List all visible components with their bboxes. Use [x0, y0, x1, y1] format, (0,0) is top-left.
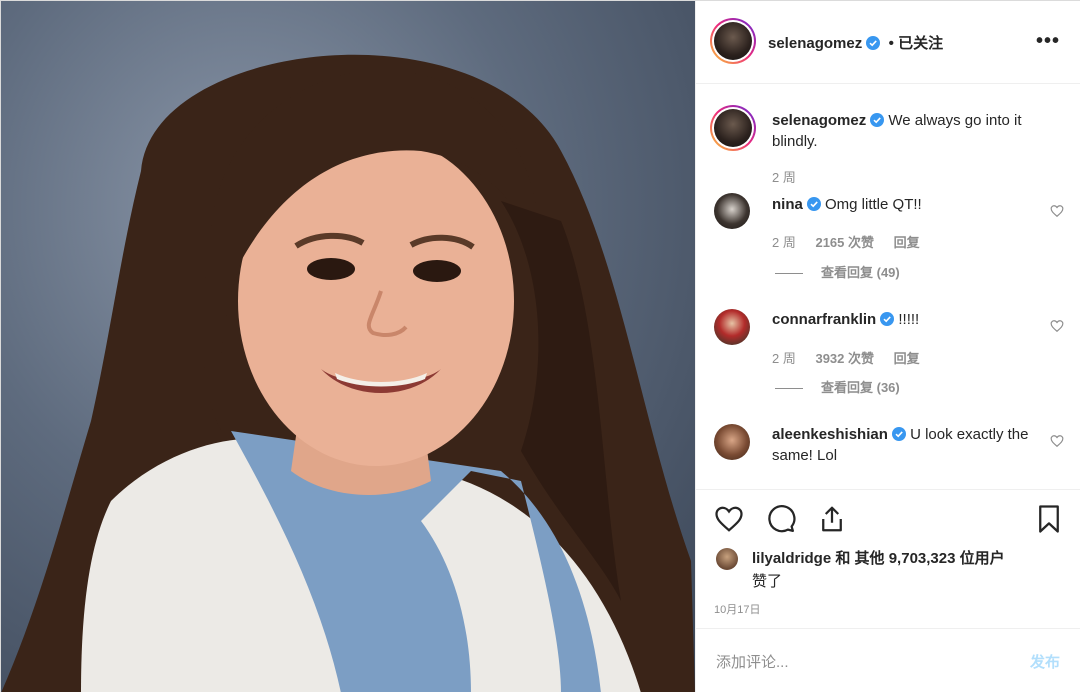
liker-avatar[interactable] — [716, 548, 738, 570]
comment-meta: 2 周 3932 次赞 回复 — [772, 348, 920, 367]
author-username[interactable]: selenagomez — [768, 35, 862, 52]
view-replies-button[interactable]: 查看回复 (36) — [775, 377, 900, 396]
likes-others[interactable]: 其他 9,703,323 位用户 — [855, 550, 1005, 567]
comment-time[interactable]: 2 周 — [772, 235, 796, 250]
avatar[interactable] — [714, 309, 750, 345]
comment-input[interactable]: 添加评论... — [716, 651, 789, 672]
follow-status[interactable]: • 已关注 — [889, 35, 943, 52]
likes-liked-label: 赞了 — [752, 573, 783, 590]
reply-button[interactable]: 回复 — [894, 235, 920, 250]
add-comment-bar: 添加评论... 发布 — [696, 628, 1080, 692]
verified-icon — [870, 112, 885, 127]
verified-icon — [806, 196, 821, 211]
comment-icon[interactable] — [766, 504, 796, 534]
post-side-panel: selenagomez • 已关注 ••• selenagomez We alw… — [695, 1, 1080, 692]
comment-username[interactable]: nina — [772, 196, 803, 213]
author-avatar[interactable] — [710, 18, 756, 64]
liker-username[interactable]: lilyaldridge — [752, 550, 831, 567]
like-heart-icon[interactable] — [714, 504, 744, 534]
comment-text: nina Omg little QT!! — [772, 194, 1042, 215]
comment-text: aleenkeshishian U look exactly the same!… — [772, 424, 1044, 466]
likes-and: 和 — [831, 550, 855, 567]
view-replies-label: 查看回复 (49) — [821, 265, 900, 280]
bookmark-icon[interactable] — [1034, 504, 1064, 534]
comment-username[interactable]: connarfranklin — [772, 311, 876, 328]
view-replies-button[interactable]: 查看回复 (49) — [775, 262, 900, 281]
caption-time[interactable]: 2 周 — [772, 167, 796, 186]
avatar[interactable] — [714, 193, 750, 229]
likes-summary: lilyaldridge 和 其他 9,703,323 位用户 赞了 — [752, 547, 1005, 593]
heart-icon[interactable] — [1050, 319, 1064, 333]
post-actions: lilyaldridge 和 其他 9,703,323 位用户 赞了 10月17… — [696, 489, 1080, 627]
share-icon[interactable] — [817, 504, 847, 534]
comment-username[interactable]: aleenkeshishian — [772, 426, 888, 443]
post-header: selenagomez • 已关注 ••• — [696, 1, 1080, 84]
verified-icon — [880, 311, 895, 326]
post-date[interactable]: 10月17日 — [714, 601, 760, 617]
caption-text: selenagomez We always go into it blindly… — [772, 110, 1062, 152]
comments-list: selenagomez We always go into it blindly… — [696, 85, 1080, 488]
heart-icon[interactable] — [1050, 434, 1064, 448]
more-icon[interactable]: ••• — [1036, 31, 1060, 51]
comment-text: connarfranklin !!!!! — [772, 309, 1042, 330]
heart-icon[interactable] — [1050, 204, 1064, 218]
reply-button[interactable]: 回复 — [894, 351, 920, 366]
verified-icon — [866, 36, 881, 50]
avatar[interactable] — [714, 424, 750, 460]
caption-avatar[interactable] — [710, 105, 756, 151]
comment-body: Omg little QT!! — [820, 196, 922, 213]
post-photo[interactable] — [1, 1, 695, 692]
view-replies-label: 查看回复 (36) — [821, 380, 900, 395]
verified-icon — [891, 426, 906, 441]
comment-likes[interactable]: 3932 次赞 — [815, 351, 874, 366]
comment-body: !!!!! — [894, 311, 920, 328]
post-comment-button[interactable]: 发布 — [1030, 651, 1060, 672]
comment-meta: 2 周 2165 次赞 回复 — [772, 232, 920, 251]
comment-time[interactable]: 2 周 — [772, 351, 796, 366]
caption-username[interactable]: selenagomez — [772, 112, 866, 129]
header-title: selenagomez • 已关注 — [768, 32, 943, 53]
comment-likes[interactable]: 2165 次赞 — [815, 235, 874, 250]
post-dialog: selenagomez • 已关注 ••• selenagomez We alw… — [0, 0, 1080, 692]
child-portrait-image — [1, 54, 695, 692]
